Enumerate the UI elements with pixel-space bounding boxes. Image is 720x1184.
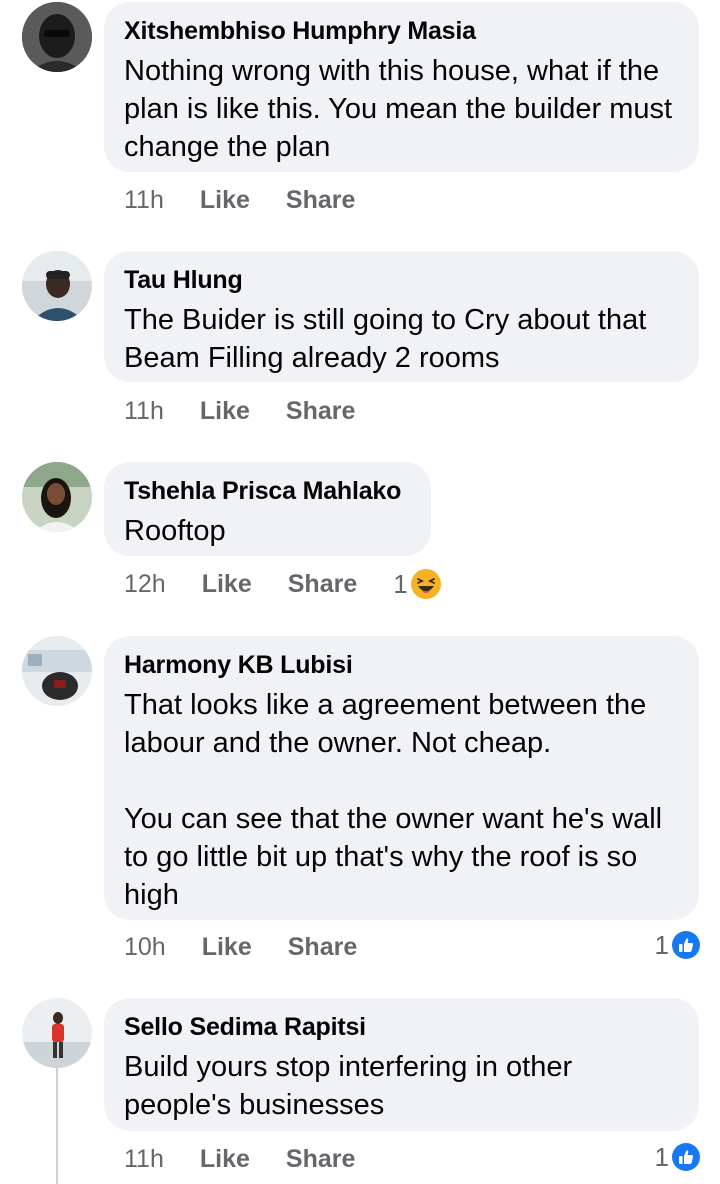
avatar[interactable] [22,636,92,706]
comment-timestamp[interactable]: 11h [124,1145,164,1174]
reaction-count: 1 [654,1141,669,1172]
comment-timestamp[interactable]: 11h [124,186,164,215]
comment-text: Nothing wrong with this house, what if t… [124,55,681,163]
like-button[interactable]: Like [200,397,250,426]
like-button[interactable]: Like [202,933,252,962]
like-icon [672,1143,700,1171]
commenter-name[interactable]: Xitshembhiso Humphry Masia [124,16,679,46]
comment-actions: 11h Like Share [124,1142,391,1176]
reaction-summary[interactable]: 1 [655,928,700,962]
comment-timestamp[interactable]: 12h [124,570,166,599]
comment-bubble: Sello Sedima Rapitsi Build yours stop in… [104,998,699,1131]
like-button[interactable]: Like [200,186,250,215]
comment-timestamp[interactable]: 11h [124,397,164,426]
share-button[interactable]: Share [286,186,355,215]
comment-bubble: Xitshembhiso Humphry Masia Nothing wrong… [104,2,699,172]
avatar-photo [22,462,92,532]
comment-bubble: Harmony KB Lubisi That looks like a agre… [104,636,699,920]
reaction-count: 1 [393,568,408,599]
commenter-name[interactable]: Harmony KB Lubisi [124,650,679,680]
avatar-photo [22,998,92,1068]
commenter-name[interactable]: Sello Sedima Rapitsi [124,1012,679,1042]
comment-actions: 10h Like Share [124,930,393,964]
comment-timestamp[interactable]: 10h [124,933,166,962]
reaction-count: 1 [654,929,669,960]
comment-text: Build yours stop interfering in other pe… [124,1051,581,1121]
avatar-photo [22,251,92,321]
share-button[interactable]: Share [288,570,357,599]
comment-bubble: Tau Hlung The Buider is still going to C… [104,251,699,382]
comment-bubble: Tshehla Prisca Mahlako Rooftop [104,462,431,556]
avatar-photo [22,2,92,72]
like-button[interactable]: Like [202,570,252,599]
commenter-name[interactable]: Tshehla Prisca Mahlako [124,476,411,506]
reply-thread-line [56,1068,58,1184]
haha-icon [410,569,441,599]
comment-actions: 12h Like Share 1 [124,567,477,601]
reaction-summary[interactable]: 1 [655,1140,700,1174]
avatar[interactable] [22,998,92,1068]
avatar-photo [22,636,92,706]
comment-text: Rooftop [124,515,226,547]
like-button[interactable]: Like [200,1145,250,1174]
like-icon [672,931,700,959]
share-button[interactable]: Share [286,397,355,426]
comment-text: That looks like a agreement between the … [124,689,663,911]
share-button[interactable]: Share [288,933,357,962]
avatar[interactable] [22,462,92,532]
avatar[interactable] [22,2,92,72]
comment-text: The Buider is still going to Cry about t… [124,304,655,374]
share-button[interactable]: Share [286,1145,355,1174]
comment-actions: 11h Like Share [124,183,391,217]
comment-actions: 11h Like Share [124,394,391,428]
reaction-summary[interactable]: 1 [393,569,476,600]
commenter-name[interactable]: Tau Hlung [124,265,679,295]
avatar[interactable] [22,251,92,321]
